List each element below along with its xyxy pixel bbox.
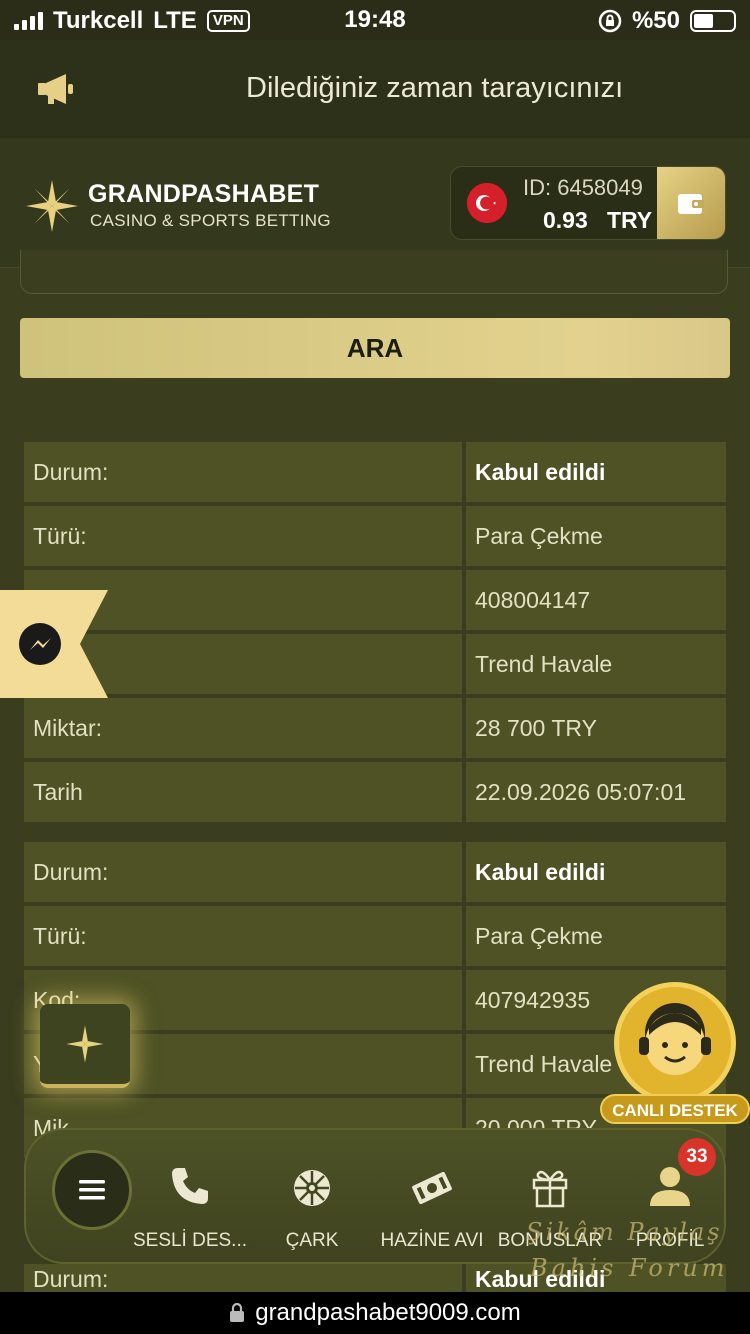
wheel-icon [294, 1170, 330, 1206]
record-value: 28 700 TRY [466, 698, 726, 758]
support-agent-icon [614, 982, 736, 1104]
gift-icon [532, 1170, 568, 1208]
turkey-flag-icon [467, 183, 507, 223]
record-row: 408004147 [24, 570, 726, 630]
balance-currency: TRY [606, 207, 653, 233]
search-field[interactable] [20, 250, 728, 294]
battery-icon [690, 10, 736, 32]
watermark-line2: Bahis Forum [530, 1254, 729, 1282]
hamburger-icon [79, 1180, 105, 1200]
nav-label: SESLİ DES... [132, 1230, 248, 1251]
wallet-button[interactable] [657, 167, 725, 239]
record-row: Tarih 22.09.2026 05:07:01 [24, 762, 726, 822]
account-id: ID: 6458049 [523, 175, 643, 200]
balance-amount: 0.93 [543, 207, 588, 233]
record-row: Türü: Para Çekme [24, 506, 726, 566]
record-key: Tarih [24, 762, 462, 822]
url-text: grandpashabet9009.com [255, 1299, 521, 1326]
transaction-record: Durum: Kabul edildi Türü: Para Çekme 4080041… [24, 442, 726, 822]
status-bar: Turkcell LTE VPN 19:48 %50 [0, 0, 750, 40]
record-value: Para Çekme [466, 906, 726, 966]
messenger-tab[interactable] [0, 590, 108, 698]
announcement-bar[interactable]: Dilediğiniz zaman tarayıcınızı [0, 40, 750, 138]
nav-label: ÇARK [285, 1230, 339, 1251]
brand-tagline: CASINO & SPORTS BETTING [90, 211, 331, 230]
header: GRANDPASHABET CASINO & SPORTS BETTING ID… [0, 138, 750, 268]
url-bar[interactable]: grandpashabet9009.com [0, 1292, 750, 1334]
record-row: Durum: Kabul edildi [24, 842, 726, 902]
nav-treasure-hunt[interactable]: HAZİNE AVI [372, 1158, 492, 1252]
live-support-label: CANLI DESTEK [600, 1094, 750, 1124]
account-balance: 0.93 TRY [543, 207, 652, 234]
brand-name[interactable]: GRANDPASHABET [88, 180, 319, 209]
record-row: Miktar: 28 700 TRY [24, 698, 726, 758]
record-row: Türü: Para Çekme [24, 906, 726, 966]
record-value: 22.09.2026 05:07:01 [466, 762, 726, 822]
wallet-icon [678, 194, 704, 214]
nav-label: HAZİNE AVI [380, 1230, 484, 1251]
record-key: Türü: [24, 906, 462, 966]
record-key: Miktar: [24, 698, 462, 758]
record-value: 408004147 [466, 570, 726, 630]
star-icon [66, 1025, 104, 1063]
forum-watermark: Şikâm Paylaş Bahis Forum [520, 1216, 750, 1286]
record-key: Durum: [24, 842, 462, 902]
record-value: Kabul edildi [466, 442, 726, 502]
account-widget[interactable]: ID: 6458049 0.93 TRY [450, 166, 726, 240]
nav-wheel[interactable]: ÇARK [252, 1158, 372, 1252]
search-button[interactable]: ARA [20, 318, 730, 378]
phone-icon [172, 1168, 208, 1204]
brand-star-icon [26, 180, 78, 232]
record-row: em:Trend Havale [24, 634, 726, 694]
casino-star-button[interactable] [40, 1004, 130, 1088]
record-value: Kabul edildi [466, 842, 726, 902]
lock-icon [230, 1303, 245, 1322]
record-value: Trend Havale [466, 634, 726, 694]
live-support-button[interactable]: CANLI DESTEK [600, 982, 750, 1126]
money-icon [412, 1171, 452, 1205]
menu-button[interactable] [52, 1150, 132, 1230]
profile-badge: 33 [678, 1138, 716, 1176]
record-key: Türü: [24, 506, 462, 566]
record-value: Para Çekme [466, 506, 726, 566]
record-key: Durum: [24, 442, 462, 502]
megaphone-icon [38, 74, 73, 104]
battery-percent: %50 [631, 7, 680, 34]
announcement-text: Dilediğiniz zaman tarayıcınızı [246, 72, 624, 104]
rotation-lock-icon [598, 9, 622, 33]
partial-key: Durum: [24, 1264, 462, 1294]
nav-voice-support[interactable]: SESLİ DES... [130, 1158, 250, 1252]
watermark-line1: Şikâm Paylaş [526, 1218, 723, 1246]
record-row: Durum: Kabul edildi [24, 442, 726, 502]
